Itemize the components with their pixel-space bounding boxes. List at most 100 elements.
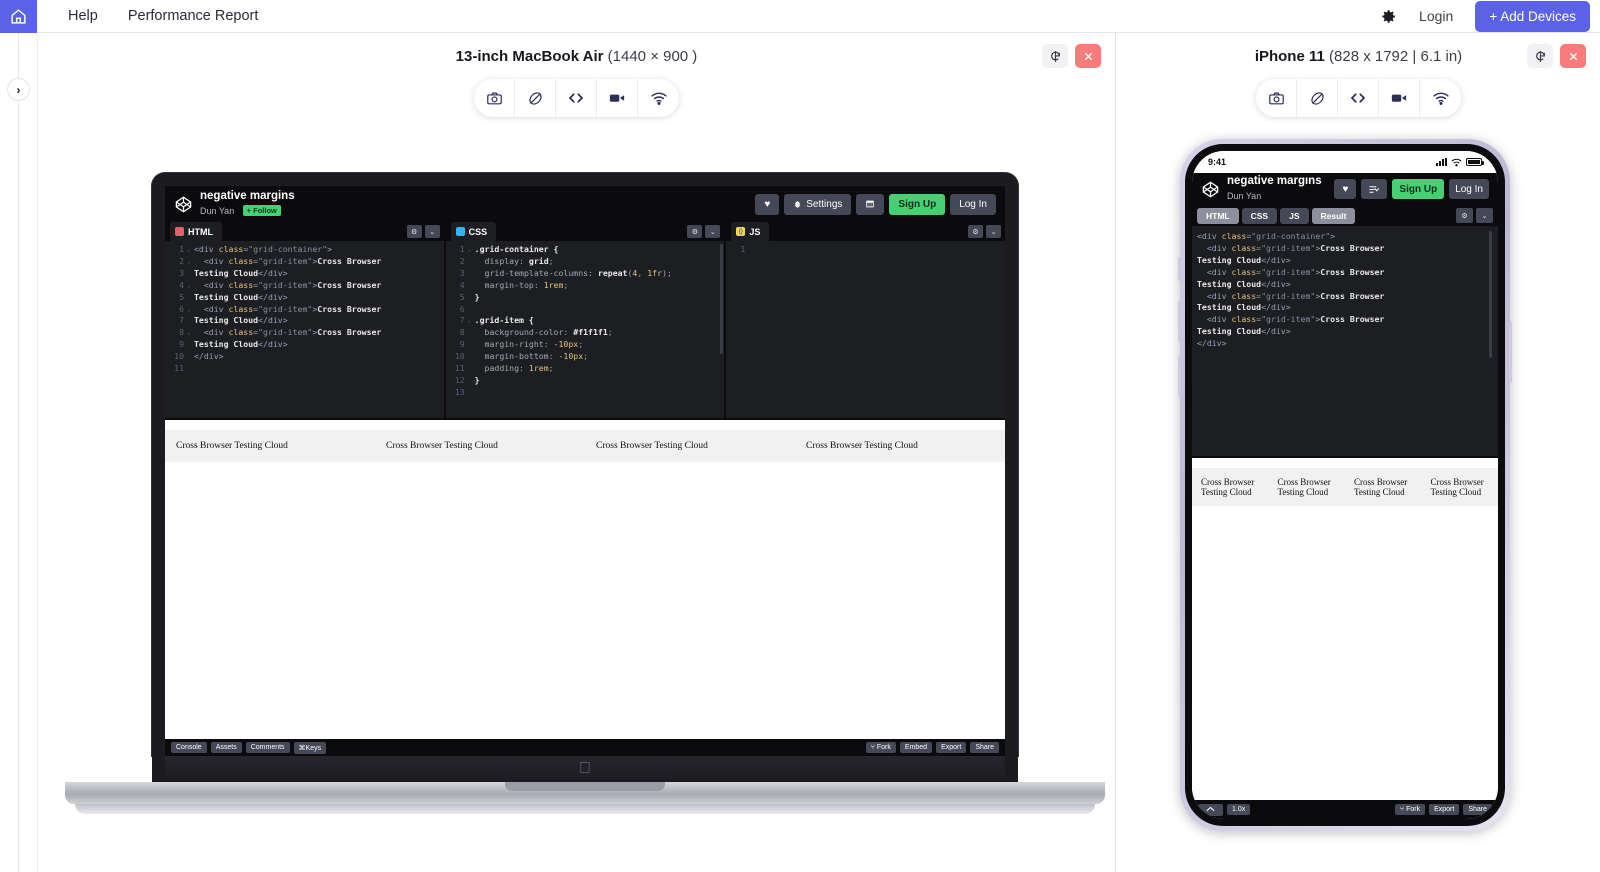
editor-pane-js: {} JS ⚙ ⌄ 1 (726, 222, 1006, 418)
sign-up-button[interactable]: Sign Up (1392, 179, 1445, 199)
home-button[interactable] (0, 0, 37, 33)
js-tab-actions: ⚙ ⌄ (968, 225, 1002, 238)
tab-html-label: HTML (188, 226, 213, 237)
html-settings-button[interactable]: ⚙ (406, 225, 422, 238)
nav-link-help[interactable]: Help (68, 8, 98, 24)
iphone-volume-up-button (1178, 301, 1181, 343)
topnav-right-group: Login + Add Devices (1371, 0, 1600, 32)
css-code-area[interactable]: 1 ⌄ .grid-container { 2 display: grid; 3 g… (445, 241, 725, 418)
login-link[interactable]: Login (1419, 8, 1453, 24)
iphone-device-mock: 9:41 negative margins Dun Yan ♥ Sign Up … (1178, 139, 1512, 831)
iphone-close-button[interactable] (1560, 44, 1586, 68)
codepen-mobile-pen-meta: negative margins Dun Yan (1227, 175, 1322, 204)
settings-button[interactable] (1371, 8, 1405, 25)
log-in-button[interactable]: Log In (950, 193, 996, 215)
sign-up-button[interactable]: Sign Up (889, 193, 946, 215)
footer-assets-button[interactable]: Assets (210, 742, 242, 753)
pen-settings-button[interactable]: Settings (784, 193, 852, 215)
tab-js[interactable]: {} JS (731, 222, 770, 241)
iphone-inspect-button[interactable] (1338, 79, 1379, 117)
footer-share-button[interactable]: Share (970, 742, 999, 753)
macbook-device-name: 13-inch MacBook Air (455, 47, 604, 65)
heart-icon: ♥ (1342, 183, 1349, 195)
macbook-close-button[interactable] (1075, 44, 1101, 68)
ios-clock: 9:41 (1208, 157, 1227, 167)
mobile-code-scrollbar[interactable] (1489, 231, 1492, 358)
macbook-refresh-button[interactable] (1042, 44, 1068, 68)
mobile-code-area[interactable]: <div class="grid-container"> <div class=… (1192, 226, 1498, 456)
mobile-share-button[interactable]: Share (1463, 804, 1492, 815)
macbook-rotate-button[interactable] (515, 79, 556, 117)
pen-author[interactable]: Dun Yan (200, 206, 234, 216)
css-tab-actions: ⚙ ⌄ (687, 225, 721, 238)
tab-css[interactable]: CSS (450, 222, 497, 241)
footer-comments-button[interactable]: Comments (245, 742, 290, 753)
video-icon (609, 94, 625, 102)
mobile-expand-button[interactable] (1198, 803, 1223, 816)
nav-link-performance-report[interactable]: Performance Report (128, 8, 259, 24)
mobile-tab-result[interactable]: Result (1311, 207, 1356, 224)
iphone-screenshot-button[interactable] (1256, 79, 1297, 117)
mobile-collapse-button[interactable]: ⌄ (1476, 208, 1493, 223)
macbook-inspect-button[interactable] (556, 79, 597, 117)
mobile-tab-html[interactable]: HTML (1197, 207, 1239, 224)
mobile-settings-button[interactable]: ⚙ (1456, 208, 1473, 223)
tab-html[interactable]: HTML (170, 222, 222, 241)
iphone-rotate-button[interactable] (1297, 79, 1338, 117)
html-collapse-button[interactable]: ⌄ (424, 225, 440, 238)
macbook-screenshot-button[interactable] (474, 79, 515, 117)
footer-export-button[interactable]: Export (936, 742, 967, 753)
iphone-mute-switch (1178, 257, 1181, 281)
device-pane-macbook: 13-inch MacBook Air (1440 × 900 ) negati… (38, 33, 1116, 872)
iphone-header-actions (1527, 44, 1586, 68)
footer-fork-button[interactable]: ⑂ Fork (865, 742, 896, 753)
mobile-export-button[interactable]: Export (1429, 804, 1460, 815)
codepen-result-preview: Cross Browser Testing Cloud Cross Browse… (165, 418, 1005, 739)
mobile-zoom-button[interactable]: 1.0x (1227, 804, 1251, 815)
sidebar-expand-toggle[interactable]: › (7, 78, 30, 101)
love-button[interactable]: ♥ (1334, 179, 1357, 199)
wifi-icon (650, 92, 667, 105)
macbook-base (65, 782, 1105, 804)
macbook-record-button[interactable] (597, 79, 638, 117)
add-devices-button[interactable]: + Add Devices (1475, 0, 1590, 32)
codepen-app-mobile: negative margins Dun Yan ♥ Sign Up Log I… (1192, 173, 1498, 819)
html-tabbar: HTML ⚙ ⌄ (165, 222, 444, 241)
iphone-record-button[interactable] (1379, 79, 1420, 117)
chevron-up-icon (1206, 806, 1215, 811)
wifi-icon (1451, 158, 1462, 166)
rotate-icon (528, 91, 542, 105)
footer-shortcuts-button[interactable]: ⌘Keys (293, 741, 327, 754)
macbook-base-notch (505, 782, 665, 791)
js-settings-button[interactable]: ⚙ (968, 225, 984, 238)
mobile-fork-button[interactable]: ⑂ Fork (1394, 804, 1426, 815)
macbook-network-button[interactable] (638, 79, 679, 117)
footer-console-button[interactable]: Console (171, 742, 207, 753)
heart-icon: ♥ (764, 198, 771, 210)
css-scrollbar[interactable] (720, 244, 724, 354)
codepen-logo-icon (1202, 180, 1219, 198)
iphone-refresh-button[interactable] (1527, 44, 1553, 68)
follow-button[interactable]: + Follow (242, 205, 281, 216)
js-collapse-button[interactable]: ⌄ (986, 225, 1002, 238)
html-code-area[interactable]: 1 ⌄ <div class="grid-container"> 2 ⌄ <div c… (165, 241, 444, 418)
love-button[interactable]: ♥ (755, 193, 780, 215)
change-view-button[interactable] (1361, 179, 1388, 199)
codepen-footer: Console Assets Comments ⌘Keys ⑂ Fork Emb… (165, 739, 1005, 756)
pen-author[interactable]: Dun Yan (1227, 191, 1261, 201)
mobile-tab-css[interactable]: CSS (1241, 207, 1278, 224)
mobile-tab-actions: ⚙ ⌄ (1456, 208, 1493, 223)
change-view-button[interactable] (856, 193, 885, 215)
iphone-network-button[interactable] (1420, 79, 1461, 117)
css-collapse-button[interactable]: ⌄ (705, 225, 721, 238)
css-settings-button[interactable]: ⚙ (687, 225, 703, 238)
footer-embed-button[interactable]: Embed (899, 742, 933, 753)
log-in-button[interactable]: Log In (1449, 179, 1489, 199)
mobile-tab-js[interactable]: JS (1280, 207, 1309, 224)
macbook-device-title: 13-inch MacBook Air (1440 × 900 ) (456, 48, 698, 65)
iphone-volume-down-button (1178, 355, 1181, 397)
iphone-device-toolbar (1256, 79, 1461, 117)
tab-css-label: CSS (468, 226, 488, 237)
js-code-area[interactable]: 1 (726, 241, 1006, 418)
cellular-bars-icon (1436, 158, 1447, 166)
